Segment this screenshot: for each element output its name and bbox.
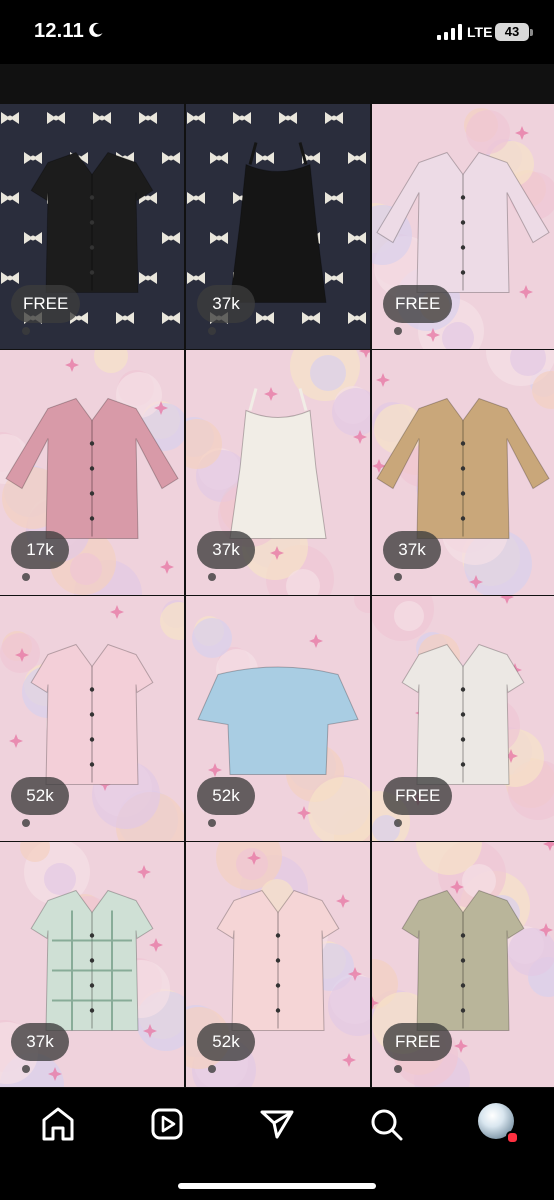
status-time: 12.11	[34, 20, 84, 42]
home-indicator	[178, 1183, 376, 1189]
network-type: LTE	[467, 24, 493, 40]
price-tag: 37k	[197, 531, 255, 569]
nav-search[interactable]	[364, 1102, 408, 1146]
price-tag: 37k	[11, 1023, 69, 1061]
price-tag-tail	[394, 573, 402, 581]
grid-post[interactable]: 17k	[0, 350, 184, 595]
price-tag: FREE	[383, 777, 453, 815]
price-tag: 52k	[197, 777, 255, 815]
posts-grid[interactable]: FREE 37k FREE 17k 37k 37k 52k 52k FREE 3…	[0, 64, 554, 1088]
grid-post[interactable]: FREE	[372, 842, 554, 1087]
nav-send[interactable]	[255, 1102, 299, 1146]
price-tag: 52k	[197, 1023, 255, 1061]
grid-post[interactable]: 52k	[0, 596, 184, 841]
nav-home[interactable]	[36, 1102, 80, 1146]
price-tag-tail	[394, 1065, 402, 1073]
price-tag-tail	[208, 327, 216, 335]
price-tag-tail	[394, 819, 402, 827]
signal-icon	[437, 24, 462, 40]
battery-level: 43	[495, 23, 529, 41]
grid-post[interactable]: 37k	[372, 350, 554, 595]
reels-icon	[151, 1108, 183, 1140]
send-icon	[260, 1110, 294, 1139]
grid-post[interactable]: 37k	[186, 104, 370, 349]
grid-post[interactable]: FREE	[0, 104, 184, 349]
status-bar: 12.11 LTE 43	[0, 0, 554, 64]
price-tag-tail	[208, 1065, 216, 1073]
grid-post[interactable]: FREE	[372, 596, 554, 841]
price-tag-tail	[208, 573, 216, 581]
price-tag: 17k	[11, 531, 69, 569]
price-tag: FREE	[383, 285, 453, 323]
price-tag-tail	[22, 1065, 30, 1073]
moon-icon	[89, 22, 103, 37]
price-tag-tail	[22, 327, 30, 335]
notification-dot	[506, 1131, 519, 1144]
grid-post[interactable]: 37k	[186, 350, 370, 595]
battery-tip	[530, 29, 533, 36]
price-tag-tail	[22, 573, 30, 581]
home-icon	[42, 1107, 74, 1141]
nav-reels[interactable]	[145, 1102, 189, 1146]
grid-post[interactable]: FREE	[372, 104, 554, 349]
grid-post[interactable]: 52k	[186, 596, 370, 841]
price-tag-tail	[394, 327, 402, 335]
search-icon	[371, 1109, 403, 1141]
price-tag: 37k	[197, 285, 255, 323]
price-tag: 37k	[383, 531, 441, 569]
price-tag: FREE	[11, 285, 81, 323]
price-tag-tail	[22, 819, 30, 827]
price-tag: FREE	[383, 1023, 453, 1061]
grid-post[interactable]: 37k	[0, 842, 184, 1087]
grid-post[interactable]: 52k	[186, 842, 370, 1087]
price-tag-tail	[208, 819, 216, 827]
price-tag: 52k	[11, 777, 69, 815]
